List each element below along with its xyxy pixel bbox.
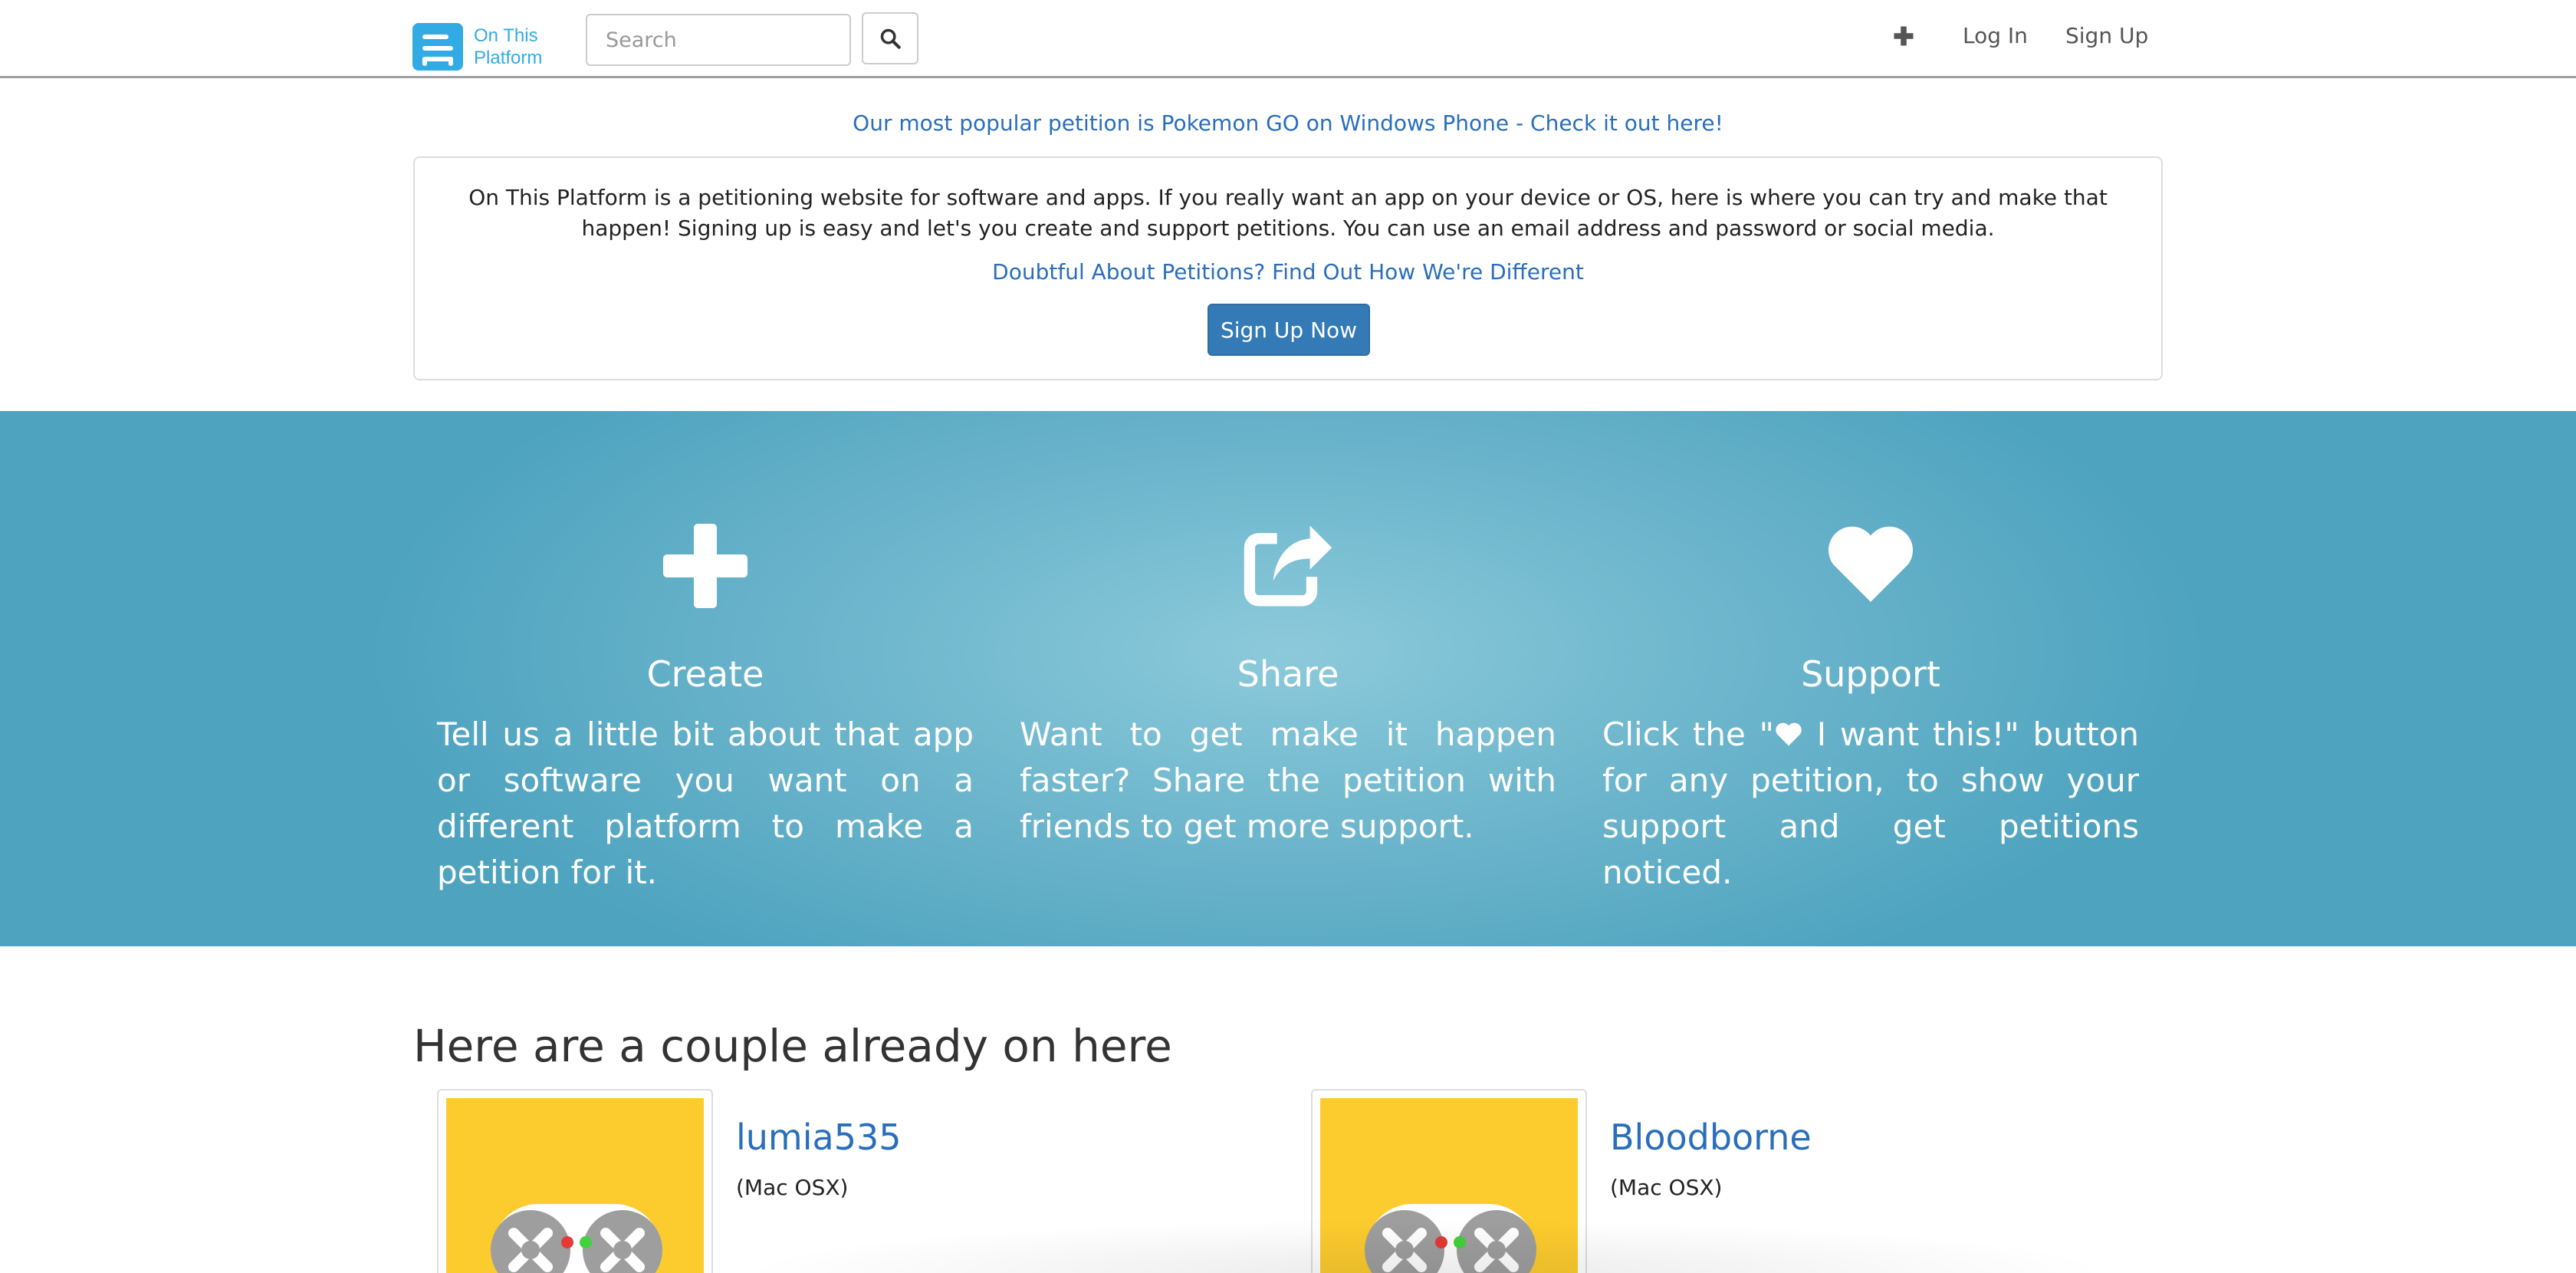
search-icon xyxy=(880,28,901,49)
feature-title: Create xyxy=(646,653,764,695)
intro-text: On This Platform is a petitioning websit… xyxy=(468,185,2108,241)
feature-description: Click the " I want this!" button for any… xyxy=(1602,712,2139,896)
feature-title: Support xyxy=(1801,653,1940,695)
how-different-link[interactable]: Doubtful About Petitions? Find Out How W… xyxy=(415,259,2161,285)
feature-description: Want to get make it happen faster? Share… xyxy=(1020,715,1556,845)
heart-icon xyxy=(1829,526,1913,602)
login-link[interactable]: Log In xyxy=(1963,23,2028,48)
share-icon xyxy=(1244,525,1332,607)
petitions-section-title: Here are a couple already on here xyxy=(413,1020,1172,1072)
bottom-shadow xyxy=(736,1219,2116,1273)
sign-up-now-button[interactable]: Sign Up Now xyxy=(1208,304,1370,356)
popular-petition-link[interactable]: Our most popular petition is Pokemon GO … xyxy=(0,110,2576,136)
brand-link[interactable]: On This Platform xyxy=(412,23,558,71)
plus-icon xyxy=(663,524,748,608)
features-hero: Create Tell us a little bit about that a… xyxy=(0,411,2576,946)
petition-title-link[interactable]: lumia535 xyxy=(736,1117,902,1158)
feature-title: Share xyxy=(1237,653,1339,695)
brand-logo-icon xyxy=(412,23,463,71)
petition-title-link[interactable]: Bloodborne xyxy=(1610,1117,1812,1158)
feature-description: Tell us a little bit about that app or s… xyxy=(437,715,974,891)
brand-name: On This Platform xyxy=(474,25,558,69)
search-input[interactable] xyxy=(586,14,851,66)
brand-name-line1: On This xyxy=(474,25,538,46)
signup-link[interactable]: Sign Up xyxy=(2065,23,2148,48)
inline-heart-icon xyxy=(1776,722,1802,746)
petition-platform: (Mac OSX) xyxy=(1610,1175,1723,1200)
petition-platform: (Mac OSX) xyxy=(736,1175,849,1200)
search-button[interactable] xyxy=(862,12,918,64)
support-desc-start: Click the " xyxy=(1602,715,1774,753)
top-navbar: On This Platform Log In Sign Up xyxy=(0,0,2576,78)
petition-thumbnail[interactable] xyxy=(437,1089,713,1273)
intro-panel: On This Platform is a petitioning websit… xyxy=(413,156,2163,380)
brand-name-line2: Platform xyxy=(474,48,543,68)
create-petition-plus-icon[interactable] xyxy=(1892,25,1915,48)
gamepad-icon xyxy=(491,1204,662,1273)
